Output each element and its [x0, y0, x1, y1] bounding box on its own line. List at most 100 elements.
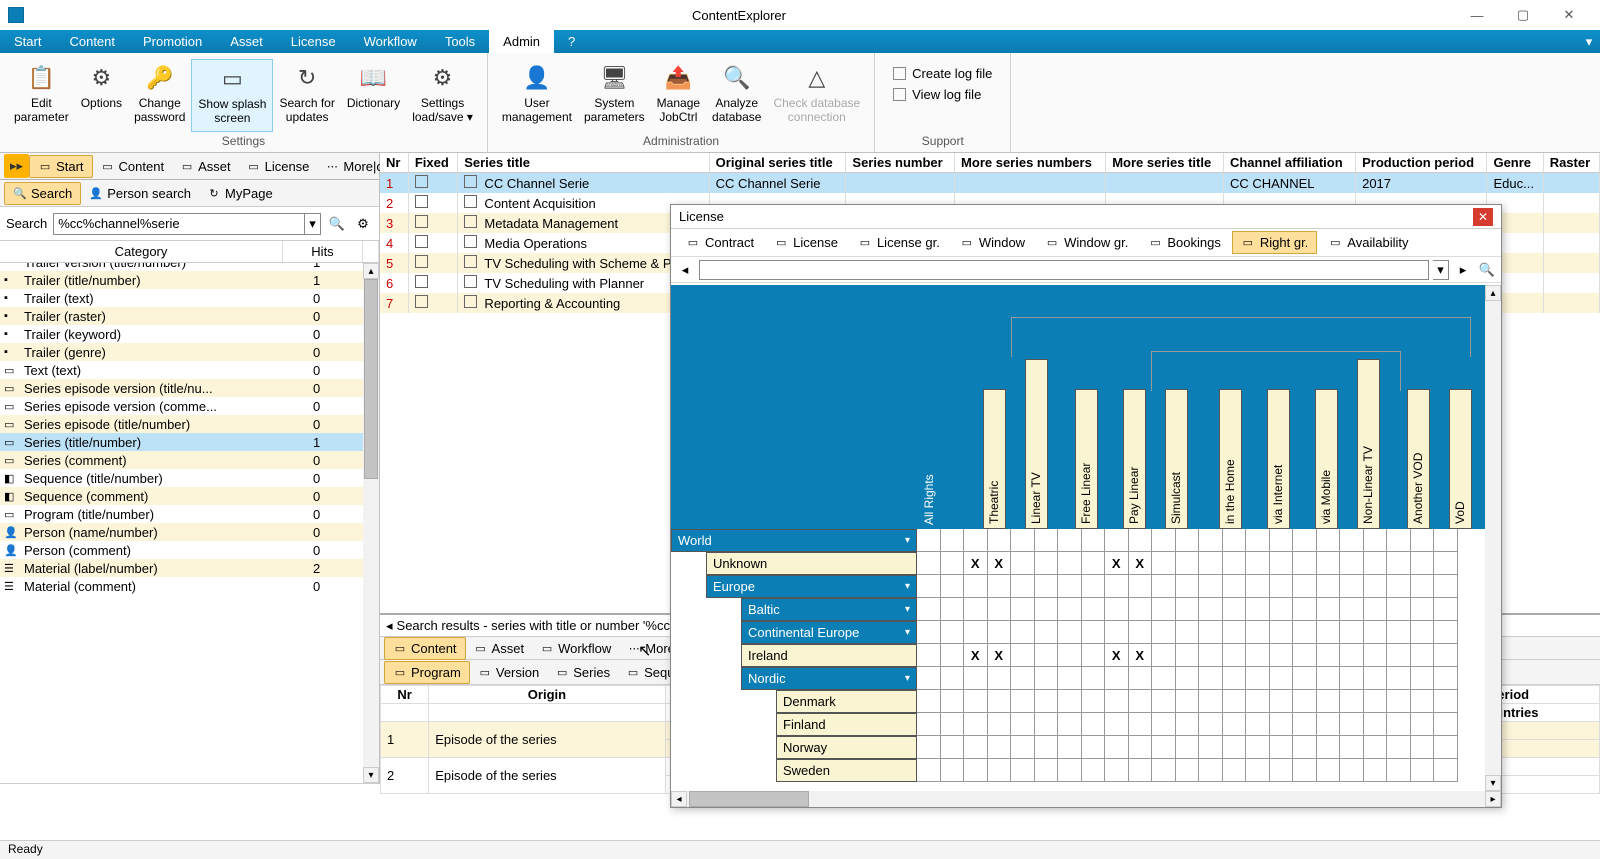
series-row[interactable]: 1 CC Channel SerieCC Channel SerieCC CHA…: [380, 173, 1600, 194]
license-tab-availability[interactable]: ▭Availability: [1319, 231, 1417, 254]
license-tab-contract[interactable]: ▭Contract: [677, 231, 763, 254]
maximize-button[interactable]: ▢: [1500, 0, 1546, 30]
scrollbar-thumb[interactable]: [364, 279, 378, 479]
category-row[interactable]: 👤Person (comment)0: [0, 541, 363, 559]
menu-workflow[interactable]: Workflow: [350, 30, 431, 53]
category-list[interactable]: ▪Trailer version (title/number)1▪Trailer…: [0, 263, 379, 784]
category-row[interactable]: 👤Person (name/number)0: [0, 523, 363, 541]
rights-col-via-internet[interactable]: via Internet: [1267, 389, 1290, 529]
search-go-icon[interactable]: 🔍: [327, 214, 347, 234]
license-hscroll[interactable]: ◂ ▸: [671, 791, 1501, 807]
row-checkbox[interactable]: [464, 255, 477, 268]
rights-col-linear-tv[interactable]: Linear TV: [1025, 359, 1048, 529]
geo-label-baltic[interactable]: Baltic▾: [741, 598, 917, 621]
series-col-header[interactable]: More series numbers: [955, 153, 1106, 173]
ribbon-analyze-button[interactable]: 🔍Analyzedatabase: [706, 59, 767, 132]
tab-workflow[interactable]: ▭Workflow: [532, 638, 619, 659]
scroll-up-icon[interactable]: ▴: [1485, 285, 1501, 301]
fixed-checkbox[interactable]: [415, 215, 428, 228]
series-col-header[interactable]: Original series title: [709, 153, 846, 173]
menu-promotion[interactable]: Promotion: [129, 30, 216, 53]
ribbon-edit-button[interactable]: 📋Editparameter: [8, 59, 75, 132]
fixed-checkbox[interactable]: [415, 175, 428, 188]
category-row[interactable]: ☰Material (label/number)2: [0, 559, 363, 577]
menu-asset[interactable]: Asset: [216, 30, 277, 53]
ep-col-header2[interactable]: [429, 704, 665, 722]
category-row[interactable]: ▭Series episode version (title/nu...0: [0, 379, 363, 397]
license-search-icon[interactable]: 🔍: [1477, 260, 1497, 280]
tab-asset[interactable]: ▭Asset: [466, 638, 533, 659]
license-close-button[interactable]: ✕: [1473, 208, 1493, 226]
license-next-icon[interactable]: ▸: [1453, 260, 1473, 280]
tab-program[interactable]: ▭Program: [384, 661, 470, 684]
ep-col-header2[interactable]: [381, 704, 429, 722]
tab-asset[interactable]: ▭Asset: [172, 156, 239, 177]
rights-col-all-rights[interactable]: All Rights: [919, 439, 942, 529]
category-row[interactable]: ▪Trailer (title/number)1: [0, 271, 363, 289]
row-checkbox[interactable]: [464, 295, 477, 308]
scroll-left-icon[interactable]: ◂: [671, 791, 687, 807]
scroll-down-icon[interactable]: ▾: [1485, 775, 1501, 791]
tab-license[interactable]: ▭License: [239, 156, 318, 177]
scroll-down-icon[interactable]: ▾: [363, 767, 379, 783]
ribbon-search-for-button[interactable]: ↻Search forupdates: [273, 59, 340, 132]
row-checkbox[interactable]: [464, 195, 477, 208]
rights-col-non-linear-tv[interactable]: Non-Linear TV: [1357, 359, 1380, 529]
license-tab-bookings[interactable]: ▭Bookings: [1139, 231, 1229, 254]
category-row[interactable]: ☰Material (comment)0: [0, 577, 363, 595]
ribbon-show-splash-button[interactable]: ▭Show splashscreen: [191, 59, 273, 132]
rights-col-another-vod[interactable]: Another VOD: [1407, 389, 1430, 529]
rights-col-free-linear[interactable]: Free Linear: [1075, 389, 1098, 529]
category-row[interactable]: ▭Series episode (title/number)0: [0, 415, 363, 433]
series-col-header[interactable]: Channel affiliation: [1223, 153, 1355, 173]
menu-license[interactable]: License: [277, 30, 350, 53]
ribbon-dictionary-button[interactable]: 📖Dictionary: [341, 59, 406, 132]
license-prev-icon[interactable]: ◂: [675, 260, 695, 280]
category-row[interactable]: ◧Sequence (title/number)0: [0, 469, 363, 487]
geo-label-ireland[interactable]: Ireland: [741, 644, 917, 667]
minimize-button[interactable]: —: [1454, 0, 1500, 30]
fixed-checkbox[interactable]: [415, 255, 428, 268]
rights-col-pay-linear[interactable]: Pay Linear: [1123, 389, 1146, 529]
row-checkbox[interactable]: [464, 275, 477, 288]
category-row[interactable]: ▭Series (comment)0: [0, 451, 363, 469]
geo-label-norway[interactable]: Norway: [776, 736, 917, 759]
ribbon-expand-icon[interactable]: ▾: [1578, 30, 1600, 53]
ribbon-settings-button[interactable]: ⚙Settingsload/save ▾: [406, 59, 479, 132]
ribbon-system-button[interactable]: 🖥Systemparameters: [578, 59, 651, 132]
tab-search[interactable]: 🔍Search: [4, 182, 81, 205]
series-col-header[interactable]: Raster: [1543, 153, 1599, 173]
license-vscroll[interactable]: ▴ ▾: [1485, 285, 1501, 791]
ribbon-change-button[interactable]: 🔑Changepassword: [128, 59, 191, 132]
series-col-header[interactable]: Fixed: [408, 153, 457, 173]
series-col-header[interactable]: Production period: [1356, 153, 1487, 173]
fixed-checkbox[interactable]: [415, 295, 428, 308]
geo-label-finland[interactable]: Finland: [776, 713, 917, 736]
hscroll-thumb[interactable]: [689, 791, 809, 807]
rights-col-in-the-home[interactable]: in the Home: [1219, 389, 1242, 529]
row-checkbox[interactable]: [464, 215, 477, 228]
license-tab-window-gr-[interactable]: ▭Window gr.: [1036, 231, 1137, 254]
tab-series[interactable]: ▭Series: [547, 662, 618, 683]
tab-mypage[interactable]: ↻MyPage: [199, 183, 281, 204]
menu-start[interactable]: Start: [0, 30, 55, 53]
tab-start[interactable]: ▭Start: [29, 155, 92, 178]
category-row[interactable]: ▪Trailer (raster)0: [0, 307, 363, 325]
search-input[interactable]: [53, 213, 305, 235]
license-tab-license-gr-[interactable]: ▭License gr.: [849, 231, 949, 254]
geo-label-sweden[interactable]: Sweden: [776, 759, 917, 782]
category-row[interactable]: ▭Series (title/number)1: [0, 433, 363, 451]
geo-label-europe[interactable]: Europe▾: [706, 575, 917, 598]
search-dropdown-icon[interactable]: ▾: [305, 213, 321, 235]
tab-person-search[interactable]: 👤Person search: [81, 183, 199, 204]
category-row[interactable]: ▭Program (title/number)0: [0, 505, 363, 523]
tab-content[interactable]: ▭Content: [384, 637, 466, 660]
geo-label-world[interactable]: World▾: [671, 529, 917, 552]
ribbon-options-button[interactable]: ⚙Options: [75, 59, 128, 132]
tab-version[interactable]: ▭Version: [470, 662, 547, 683]
category-row[interactable]: ◧Sequence (comment)0: [0, 487, 363, 505]
menu-?[interactable]: ?: [554, 30, 589, 53]
tab-content[interactable]: ▭Content: [93, 156, 173, 177]
category-row[interactable]: ▪Trailer version (title/number)1: [0, 263, 363, 271]
rights-col-simulcast[interactable]: Simulcast: [1165, 389, 1188, 529]
